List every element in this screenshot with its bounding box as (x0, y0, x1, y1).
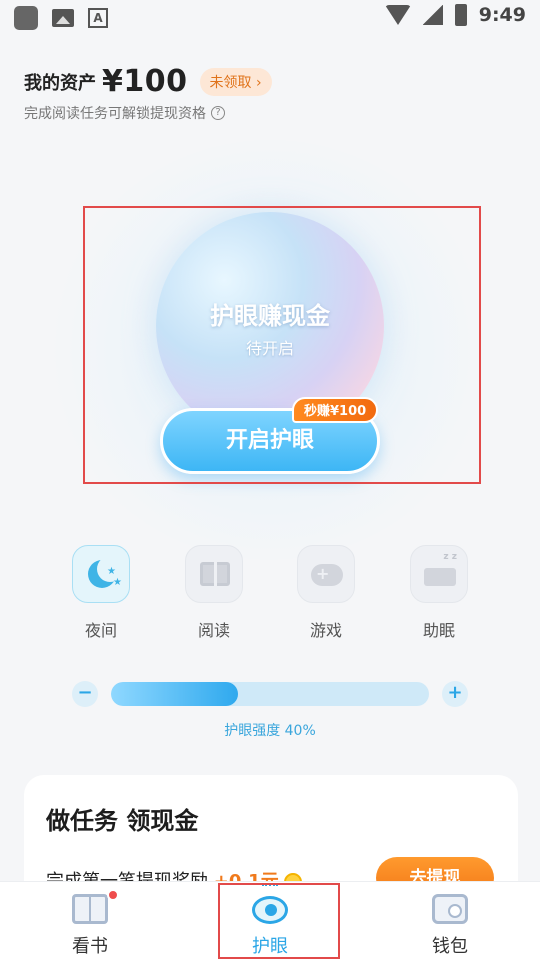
assets-subtitle-text: 完成阅读任务可解锁提现资格 (24, 106, 206, 122)
battery-charging-icon (454, 4, 467, 26)
unclaimed-badge[interactable]: 未领取 › (199, 67, 272, 96)
increase-intensity-button[interactable]: + (442, 681, 468, 707)
image-notification-icon (52, 9, 74, 27)
intensity-slider-fill (111, 682, 239, 706)
app-notification-icon (14, 6, 38, 30)
eye-icon (252, 896, 288, 924)
intensity-slider[interactable] (111, 682, 429, 706)
intensity-label: 护眼强度 40% (224, 723, 316, 739)
nav-item-books[interactable]: 看书 (30, 882, 150, 960)
mode-game-label: 游戏 (309, 621, 342, 640)
help-icon[interactable]: ? (211, 106, 225, 120)
mode-game[interactable]: 游戏 (296, 545, 356, 641)
decrease-intensity-button[interactable]: − (72, 681, 98, 707)
mode-sleep[interactable]: z z 助眠 (409, 545, 469, 641)
no-signal-icon (422, 5, 443, 25)
eye-lashes-icon (262, 884, 278, 892)
task-card-title: 做任务 领现金 (46, 807, 199, 835)
assets-header: 我的资产 ¥100 未领取 › (24, 64, 272, 99)
orb-status: 待开启 (245, 339, 294, 358)
status-time: 9:49 (478, 4, 526, 26)
assets-amount: ¥100 (102, 64, 188, 99)
notification-dot (107, 889, 119, 901)
bottom-nav: 看书 护眼 钱包 (0, 881, 540, 960)
nav-item-eye-care[interactable]: 护眼 (210, 882, 330, 960)
nav-wallet-label: 钱包 (432, 936, 468, 957)
assets-label: 我的资产 (24, 72, 96, 94)
promo-tag: 秒赚¥100 (292, 397, 379, 423)
mode-reading-label: 阅读 (197, 621, 230, 640)
mode-sleep-label: 助眠 (422, 621, 455, 640)
orb-title: 护眼赚现金 (210, 302, 330, 330)
book-icon (185, 545, 243, 603)
mode-night[interactable]: ★ ★ 夜间 (71, 545, 131, 641)
book-icon (72, 894, 108, 924)
font-notification-icon: A (88, 8, 108, 28)
nav-item-wallet[interactable]: 钱包 (390, 882, 510, 960)
assets-subtitle: 完成阅读任务可解锁提现资格 ? (24, 103, 225, 123)
status-bar: A 9:49 (0, 0, 540, 36)
mode-reading[interactable]: 阅读 (184, 545, 244, 641)
nav-eye-care-label: 护眼 (252, 936, 288, 957)
mode-night-label: 夜间 (84, 621, 117, 640)
moon-stars-icon: ★ ★ (72, 545, 130, 603)
wifi-icon (384, 5, 411, 25)
nav-books-label: 看书 (72, 936, 108, 957)
gamepad-icon (297, 545, 355, 603)
bed-icon: z z (410, 545, 468, 603)
wallet-icon (432, 894, 468, 924)
